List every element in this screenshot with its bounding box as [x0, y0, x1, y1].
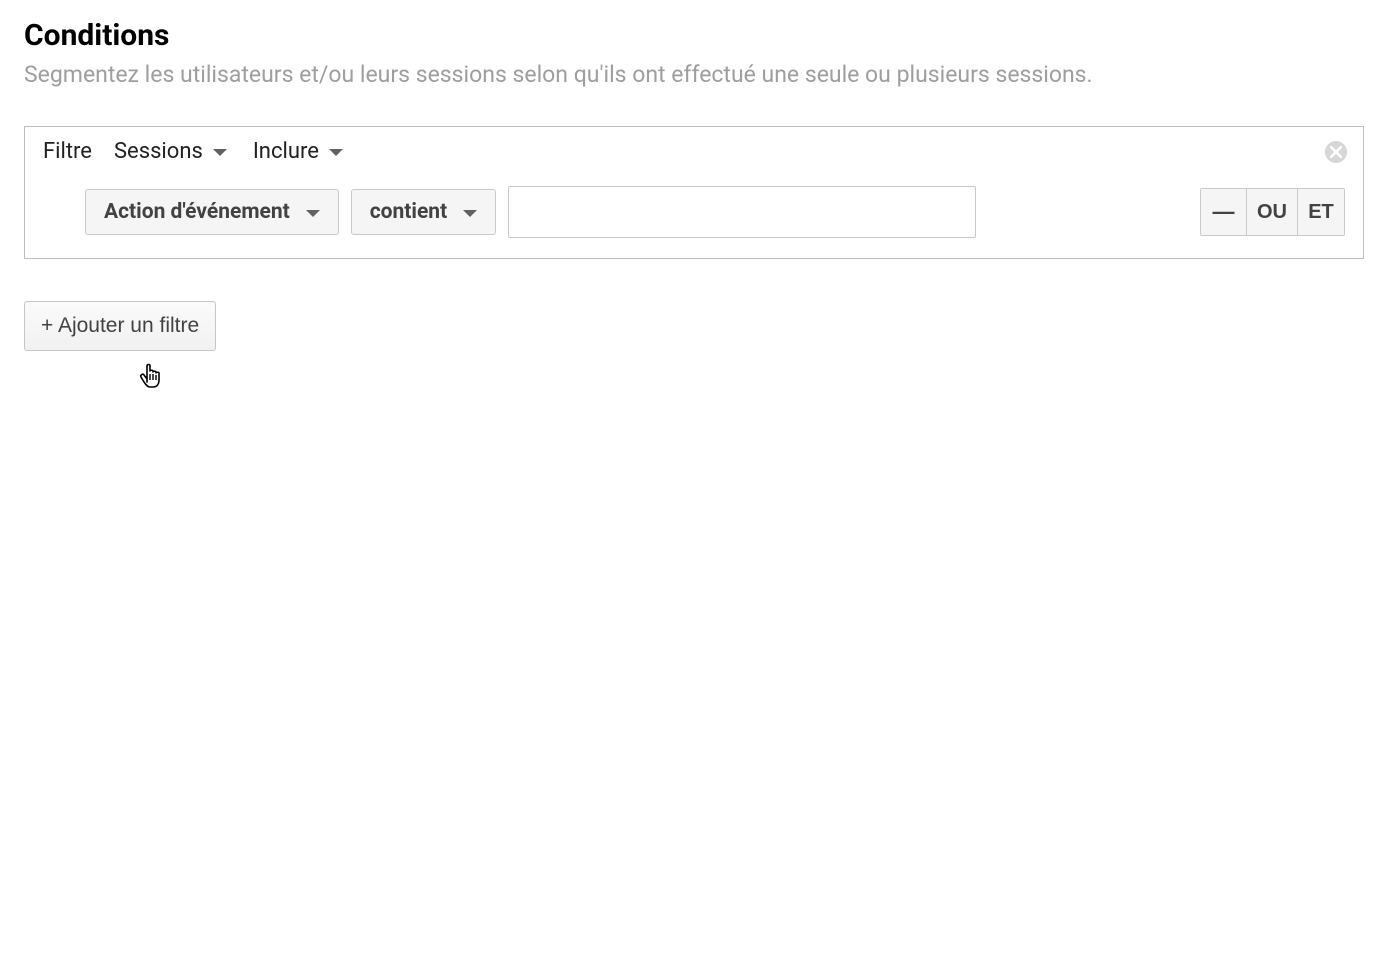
- scope-value: Sessions: [114, 139, 203, 164]
- mode-dropdown[interactable]: Inclure: [249, 137, 347, 166]
- filter-condition-row: Action d'événement contient — OU ET: [43, 186, 1345, 238]
- filter-container: Filtre Sessions Inclure Action d'événeme…: [24, 126, 1364, 259]
- scope-dropdown[interactable]: Sessions: [110, 137, 231, 166]
- filter-header: Filtre Sessions Inclure: [43, 137, 1345, 166]
- remove-condition-button[interactable]: —: [1201, 189, 1247, 235]
- dimension-value: Action d'événement: [104, 200, 290, 224]
- chevron-down-icon: [329, 149, 343, 156]
- close-icon: [1330, 146, 1342, 158]
- chevron-down-icon: [463, 210, 477, 217]
- match-value: contient: [370, 200, 447, 224]
- page-subtitle: Segmentez les utilisateurs et/ou leurs s…: [24, 61, 1364, 88]
- remove-filter-button[interactable]: [1325, 141, 1347, 163]
- add-filter-label: + Ajouter un filtre: [41, 314, 199, 338]
- cursor-pointer-icon: [138, 360, 166, 390]
- and-button[interactable]: ET: [1298, 189, 1344, 235]
- or-button[interactable]: OU: [1247, 189, 1298, 235]
- dimension-dropdown[interactable]: Action d'événement: [85, 189, 339, 235]
- chevron-down-icon: [213, 149, 227, 156]
- add-filter-button[interactable]: + Ajouter un filtre: [24, 301, 216, 351]
- chevron-down-icon: [306, 210, 320, 217]
- match-dropdown[interactable]: contient: [351, 189, 496, 235]
- condition-value-input[interactable]: [508, 186, 976, 238]
- operator-group: — OU ET: [1200, 188, 1345, 236]
- page-title: Conditions: [24, 18, 1364, 53]
- filter-label: Filtre: [43, 139, 92, 164]
- mode-value: Inclure: [253, 139, 319, 164]
